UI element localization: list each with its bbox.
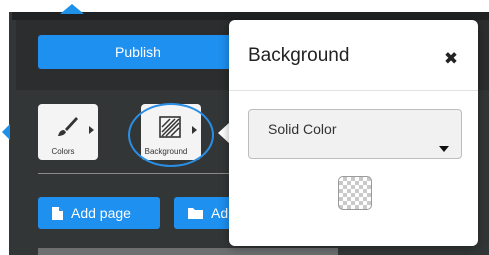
add-other-button[interactable]: Ad: [174, 197, 234, 229]
popover-title: Background: [248, 45, 350, 66]
publish-button[interactable]: Publish: [38, 35, 238, 69]
color-swatch[interactable]: [338, 176, 372, 210]
highlight-ring: [128, 103, 214, 167]
background-type-select[interactable]: Solid Color: [248, 109, 462, 159]
paintbrush-icon: [58, 117, 78, 136]
folder-icon: [188, 208, 203, 219]
page-icon: [52, 206, 63, 220]
bottom-scroll-strip: [38, 248, 338, 255]
add-page-label: Add page: [71, 205, 131, 221]
add-other-label: Ad: [211, 205, 229, 221]
side-notch: [2, 124, 10, 140]
tool-colors[interactable]: Colors: [38, 104, 98, 160]
tool-label: Colors: [51, 147, 75, 156]
editor-stage: Publish Colors Background Add page Ad Ba…: [0, 0, 489, 255]
select-value: Solid Color: [268, 121, 337, 137]
background-popover: Background ✖ Solid Color: [229, 20, 478, 246]
popover-separator: [229, 90, 478, 91]
chevron-right-icon: [89, 126, 94, 134]
divider: [38, 173, 234, 174]
add-page-button[interactable]: Add page: [38, 197, 160, 229]
caret-down-icon: [439, 146, 449, 152]
publish-button-label: Publish: [115, 44, 161, 60]
close-icon[interactable]: ✖: [442, 50, 460, 68]
panel-notch: [60, 4, 84, 14]
